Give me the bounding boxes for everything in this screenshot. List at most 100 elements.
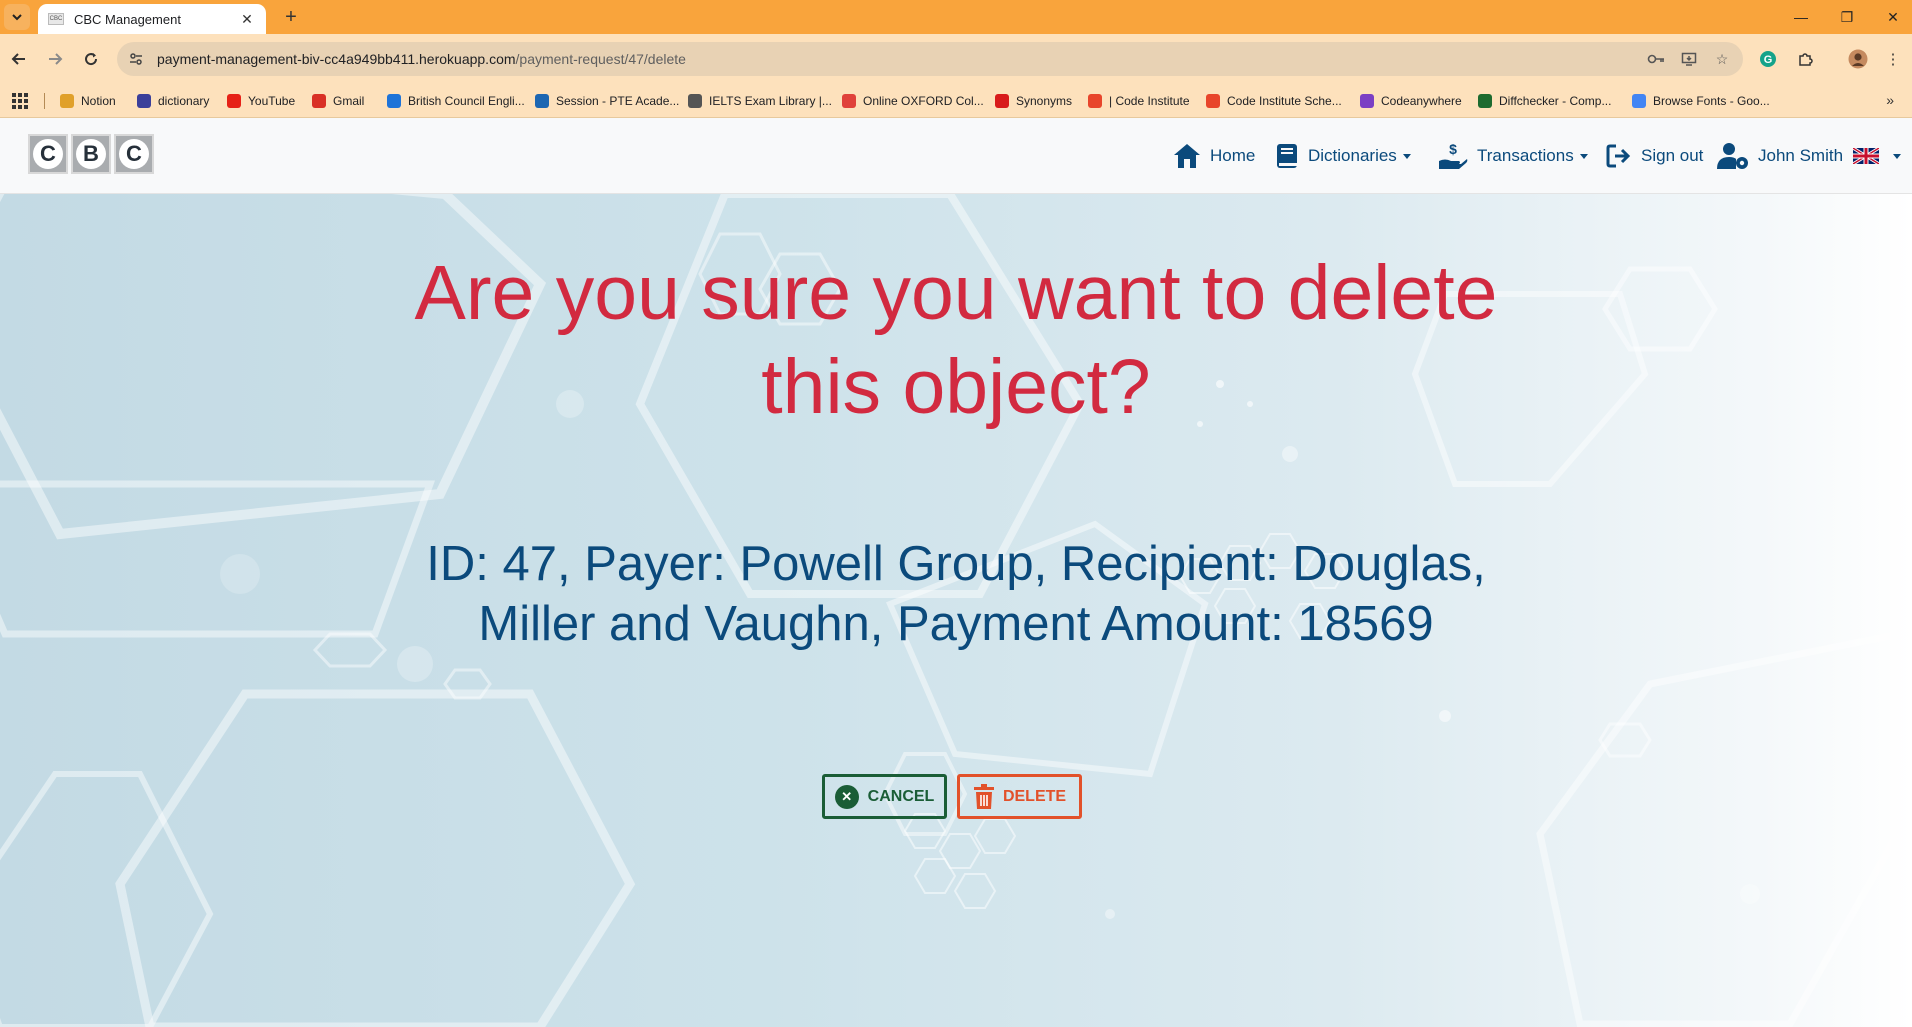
bookmark-favicon-icon (1206, 94, 1220, 108)
bookmark-item[interactable]: Gmail (312, 92, 364, 110)
bookmark-favicon-icon (995, 94, 1009, 108)
nav-home-label: Home (1210, 146, 1256, 165)
extensions-puzzle-icon[interactable] (1792, 46, 1818, 72)
restore-icon[interactable]: ❐ (1824, 0, 1870, 34)
bookmark-item[interactable]: | Code Institute (1088, 92, 1190, 110)
close-window-icon[interactable]: ✕ (1870, 0, 1912, 34)
bookmark-favicon-icon (688, 94, 702, 108)
chevron-down-icon (1579, 153, 1588, 159)
bookmark-favicon-icon (1360, 94, 1374, 108)
bookmark-item[interactable]: Code Institute Sche... (1206, 92, 1342, 110)
profile-avatar-icon[interactable] (1845, 46, 1871, 72)
nav-transactions[interactable]: $ Transactions (1437, 138, 1588, 174)
back-arrow-icon[interactable] (6, 46, 32, 72)
logo-tile-1: C (28, 134, 68, 174)
site-info-icon[interactable] (121, 44, 151, 74)
bookmark-label: | Code Institute (1109, 94, 1190, 108)
new-tab-button[interactable]: + (278, 4, 304, 30)
logo-tile-3: C (114, 134, 154, 174)
url-host: payment-management-biv-cc4a949bb411.hero… (157, 51, 516, 67)
bookmark-label: Codeanywhere (1381, 94, 1462, 108)
svg-text:G: G (1764, 54, 1773, 66)
nav-dictionaries[interactable]: Dictionaries (1274, 138, 1411, 174)
cbc-logo[interactable]: C B C (28, 134, 154, 174)
home-icon (1174, 144, 1200, 168)
bookmark-favicon-icon (137, 94, 151, 108)
delete-button[interactable]: DELETE (957, 774, 1082, 819)
bookmark-label: Browse Fonts - Goo... (1653, 94, 1770, 108)
bookmark-item[interactable]: IELTS Exam Library |... (688, 92, 832, 110)
bookmark-item[interactable]: British Council Engli... (387, 92, 525, 110)
bookmark-star-icon[interactable]: ☆ (1712, 49, 1732, 69)
trash-icon (973, 783, 994, 809)
nav-sign-out[interactable]: Sign out (1605, 138, 1703, 174)
tab-favicon-icon: CBC (48, 13, 64, 25)
user-gear-icon (1717, 143, 1748, 169)
uk-flag-icon (1853, 148, 1880, 164)
bookmark-item[interactable]: YouTube (227, 92, 295, 110)
bookmark-label: IELTS Exam Library |... (709, 94, 832, 108)
delete-confirmation-page: Are you sure you want to delete this obj… (0, 194, 1912, 1027)
bookmark-item[interactable]: dictionary (137, 92, 209, 110)
bookmark-label: Gmail (333, 94, 365, 108)
bookmark-item[interactable]: Codeanywhere (1360, 92, 1462, 110)
bookmark-label: Synonyms (1016, 94, 1073, 108)
tab-search-button[interactable] (4, 4, 30, 30)
more-bookmarks-icon[interactable]: » (1886, 92, 1894, 108)
bookmark-favicon-icon (535, 94, 549, 108)
grammarly-icon[interactable]: G (1755, 46, 1781, 72)
logo-letter: C (119, 139, 149, 169)
logo-letter: B (76, 139, 106, 169)
cancel-button[interactable]: ✕ CANCEL (822, 774, 947, 819)
nav-home[interactable]: Home (1172, 138, 1255, 174)
close-circle-icon: ✕ (834, 784, 859, 809)
install-app-icon[interactable] (1679, 49, 1699, 69)
browser-toolbar: payment-management-biv-cc4a949bb411.hero… (0, 34, 1912, 84)
key-icon[interactable] (1646, 49, 1666, 69)
user-name: John Smith (1758, 146, 1844, 165)
url-text: payment-management-biv-cc4a949bb411.hero… (157, 51, 686, 67)
tab-title: CBC Management (74, 11, 181, 27)
nav-user-menu[interactable]: John Smith (1716, 138, 1902, 174)
forward-arrow-icon[interactable] (42, 46, 68, 72)
browser-tab-bar: CBC CBC Management ✕ + — ❐ ✕ (0, 0, 1912, 34)
bookmarks-bar: Notion dictionary YouTube Gmail British Coun… (0, 84, 1912, 118)
logo-tile-2: B (71, 134, 111, 174)
chevron-down-icon (12, 14, 22, 21)
bookmark-label: Notion (81, 94, 116, 108)
apps-grid-icon[interactable] (12, 93, 28, 109)
bookmark-item[interactable]: Notion (60, 92, 116, 110)
bookmark-item[interactable]: Session - PTE Acade... (535, 92, 679, 110)
delete-button-label: DELETE (1002, 787, 1067, 805)
chevron-down-icon (1893, 153, 1902, 159)
hand-dollar-icon: $ (1439, 141, 1468, 169)
bookmark-favicon-icon (387, 94, 401, 108)
close-tab-icon[interactable]: ✕ (238, 11, 256, 28)
app-navbar: C B C Home Dictionaries $ Transactions S… (0, 118, 1912, 194)
nav-sign-out-label: Sign out (1641, 146, 1704, 165)
bookmark-label: YouTube (248, 94, 296, 108)
bookmark-favicon-icon (1088, 94, 1102, 108)
bookmark-favicon-icon (312, 94, 326, 108)
bookmark-favicon-icon (60, 94, 74, 108)
reload-icon[interactable] (78, 46, 104, 72)
address-bar[interactable]: payment-management-biv-cc4a949bb411.hero… (117, 42, 1743, 76)
bookmark-item[interactable]: Diffchecker - Comp... (1478, 92, 1611, 110)
bookmark-label: Session - PTE Acade... (556, 94, 680, 108)
bookmark-item[interactable]: Browse Fonts - Goo... (1632, 92, 1770, 110)
bookmarks-divider (44, 93, 45, 109)
sign-out-icon (1606, 144, 1631, 168)
bookmark-label: Diffchecker - Comp... (1499, 94, 1612, 108)
bookmark-label: dictionary (158, 94, 210, 108)
bookmark-item[interactable]: Synonyms (995, 92, 1072, 110)
browser-menu-icon[interactable]: ⋮ (1880, 46, 1906, 72)
url-path: /payment-request/47/delete (515, 51, 686, 67)
payment-request-details: ID: 47, Payer: Powell Group, Recipient: … (426, 537, 1486, 651)
bookmark-favicon-icon (842, 94, 856, 108)
book-icon (1277, 144, 1297, 168)
minimize-icon[interactable]: — (1778, 0, 1824, 34)
browser-tab[interactable]: CBC CBC Management ✕ (38, 4, 266, 34)
cancel-button-label: CANCEL (867, 787, 935, 805)
bookmark-item[interactable]: Online OXFORD Col... (842, 92, 984, 110)
chevron-down-icon (1402, 153, 1411, 159)
